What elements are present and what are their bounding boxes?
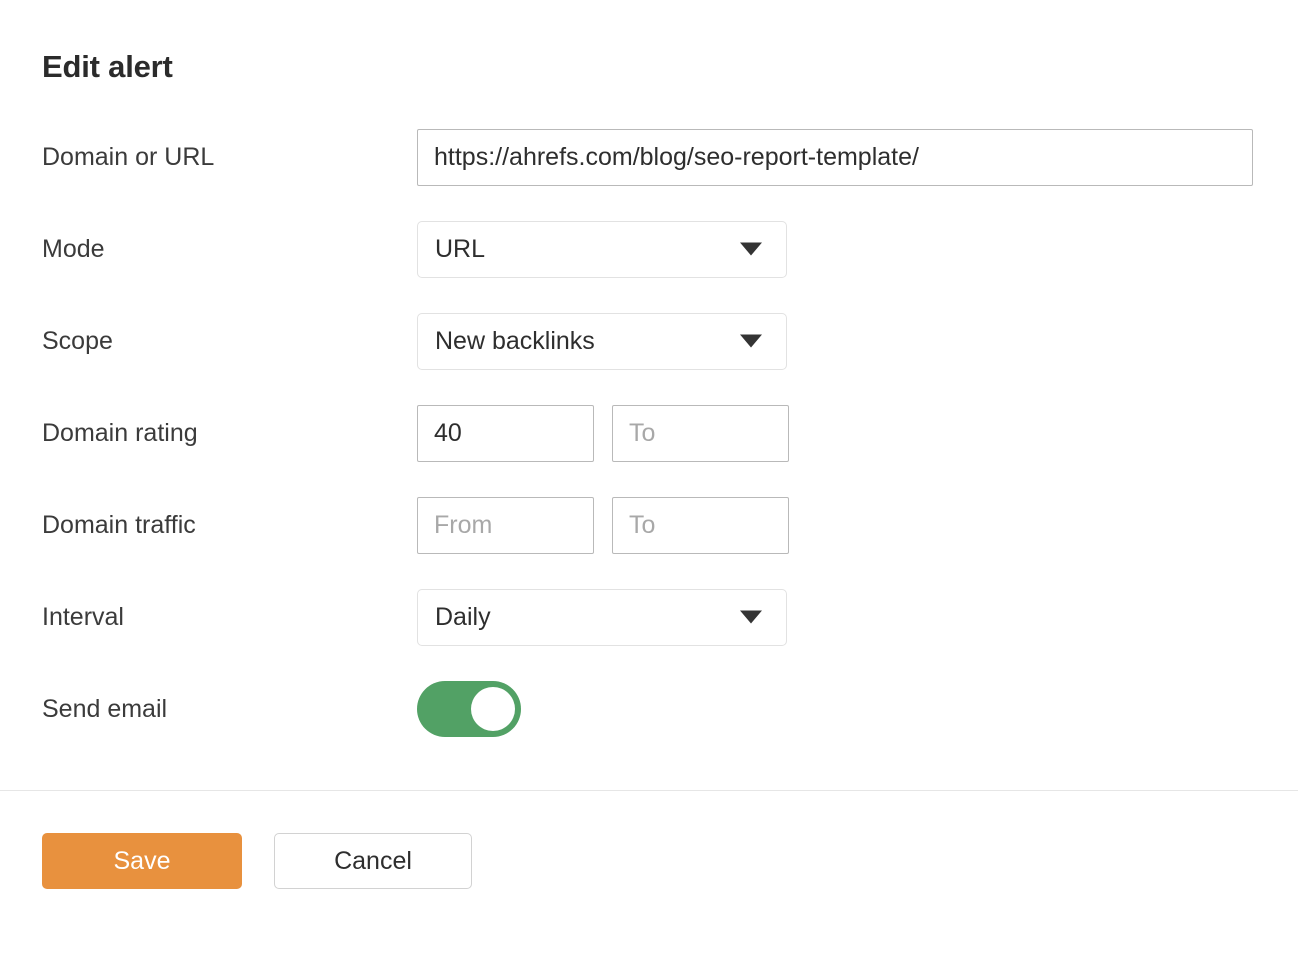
domain-rating-from-input[interactable] [417,404,594,462]
control-send-email [417,681,521,738]
chevron-down-icon [740,242,762,256]
label-domain-traffic: Domain traffic [42,511,196,540]
chevron-down-icon [740,334,762,348]
form-row-scope: Scope New backlinks [0,310,1298,372]
label-interval: Interval [42,603,124,632]
interval-select[interactable]: Daily [417,588,787,646]
toggle-knob [471,687,515,732]
form-row-domain-rating: Domain rating [0,402,1298,464]
form-row-mode: Mode URL [0,218,1298,280]
alert-form: Domain or URL Mode URL Scope New backlin… [0,126,1298,740]
domain-traffic-from-input[interactable] [417,496,594,554]
label-send-email: Send email [42,695,168,724]
form-row-send-email: Send email [0,678,1298,740]
control-interval: Daily [417,588,787,646]
label-scope: Scope [42,327,113,356]
label-mode: Mode [42,235,105,264]
save-button[interactable]: Save [42,833,242,890]
cancel-button[interactable]: Cancel [274,833,472,890]
edit-alert-dialog: Edit alert Domain or URL Mode URL Scope [0,0,1298,974]
mode-select-value: URL [435,234,486,263]
domain-traffic-to-input[interactable] [612,496,789,554]
control-domain-or-url [417,128,1253,186]
dialog-footer: Save Cancel [0,791,1298,890]
label-domain-or-url: Domain or URL [42,143,215,172]
send-email-toggle[interactable] [417,681,521,738]
form-row-domain-or-url: Domain or URL [0,126,1298,188]
interval-select-value: Daily [435,602,491,631]
label-domain-rating: Domain rating [42,419,198,448]
mode-select[interactable]: URL [417,220,787,278]
chevron-down-icon [740,610,762,624]
control-domain-rating [417,404,789,462]
control-domain-traffic [417,496,789,554]
form-row-interval: Interval Daily [0,586,1298,648]
page-title: Edit alert [42,49,173,84]
form-row-domain-traffic: Domain traffic [0,494,1298,556]
scope-select[interactable]: New backlinks [417,312,787,370]
control-scope: New backlinks [417,312,787,370]
domain-rating-to-input[interactable] [612,404,789,462]
domain-or-url-input[interactable] [417,128,1253,186]
control-mode: URL [417,220,787,278]
scope-select-value: New backlinks [435,326,595,355]
